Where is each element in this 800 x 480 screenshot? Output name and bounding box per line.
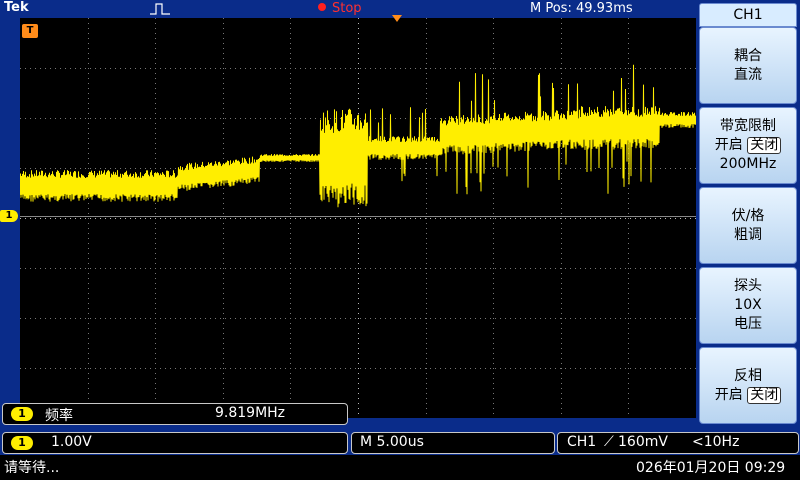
measurement-label: 频率 bbox=[45, 408, 73, 424]
ch1-ground-marker[interactable]: 1 bbox=[0, 210, 18, 222]
trigger-source: CH1 bbox=[567, 434, 597, 450]
timebase-readout: M 5.00us bbox=[351, 432, 555, 454]
timebase-value: M 5.00us bbox=[360, 434, 424, 450]
trigger-readout: CH1 ⟋ 160mV <10Hz bbox=[557, 432, 799, 454]
trigger-level: 160mV bbox=[618, 434, 668, 450]
volts-per-div-value: 1.00V bbox=[51, 434, 92, 450]
frequency-measurement: 1 频率 9.819MHz bbox=[2, 403, 348, 425]
channel-badge: 1 bbox=[11, 436, 33, 450]
waveform-display bbox=[20, 18, 696, 418]
invert-button[interactable]: 反相 开启 关闭 bbox=[699, 347, 797, 424]
status-line: 请等待... 026年01月20日 09:29 bbox=[0, 455, 800, 480]
bandwidth-limit-button[interactable]: 带宽限制 开启 关闭 200MHz bbox=[699, 107, 797, 184]
volts-div-button[interactable]: 伏/格 粗调 bbox=[699, 187, 797, 264]
ch1-side-menu: CH1 耦合 直流 带宽限制 开启 关闭 200MHz 伏/格 粗调 探头 10… bbox=[696, 0, 800, 430]
status-message: 请等待... bbox=[4, 460, 60, 476]
trigger-frequency: <10Hz bbox=[692, 434, 740, 450]
trigger-type-icon bbox=[150, 3, 170, 15]
side-menu-title: CH1 bbox=[699, 3, 797, 27]
ch1-waveform-trace bbox=[20, 64, 696, 208]
ch1-scale-readout: 1 1.00V bbox=[2, 432, 348, 454]
date-time: 026年01月20日 09:29 bbox=[636, 460, 786, 476]
rising-edge-icon: ⟋ bbox=[604, 434, 614, 450]
horizontal-position-readout: M Pos: 49.93ms bbox=[530, 1, 633, 16]
measurement-value: 9.819MHz bbox=[215, 405, 286, 421]
probe-button[interactable]: 探头 10X 电压 bbox=[699, 267, 797, 344]
stop-indicator-icon bbox=[318, 2, 326, 11]
coupling-button[interactable]: 耦合 直流 bbox=[699, 27, 797, 104]
top-status-bar: Tek Stop M Pos: 49.93ms bbox=[0, 0, 696, 18]
trigger-position-marker[interactable]: T bbox=[22, 24, 38, 38]
run-stop-status: Stop bbox=[318, 1, 362, 16]
horizontal-position-marker-icon bbox=[392, 15, 402, 22]
brand-logo: Tek bbox=[4, 0, 29, 15]
channel-badge: 1 bbox=[11, 407, 33, 421]
